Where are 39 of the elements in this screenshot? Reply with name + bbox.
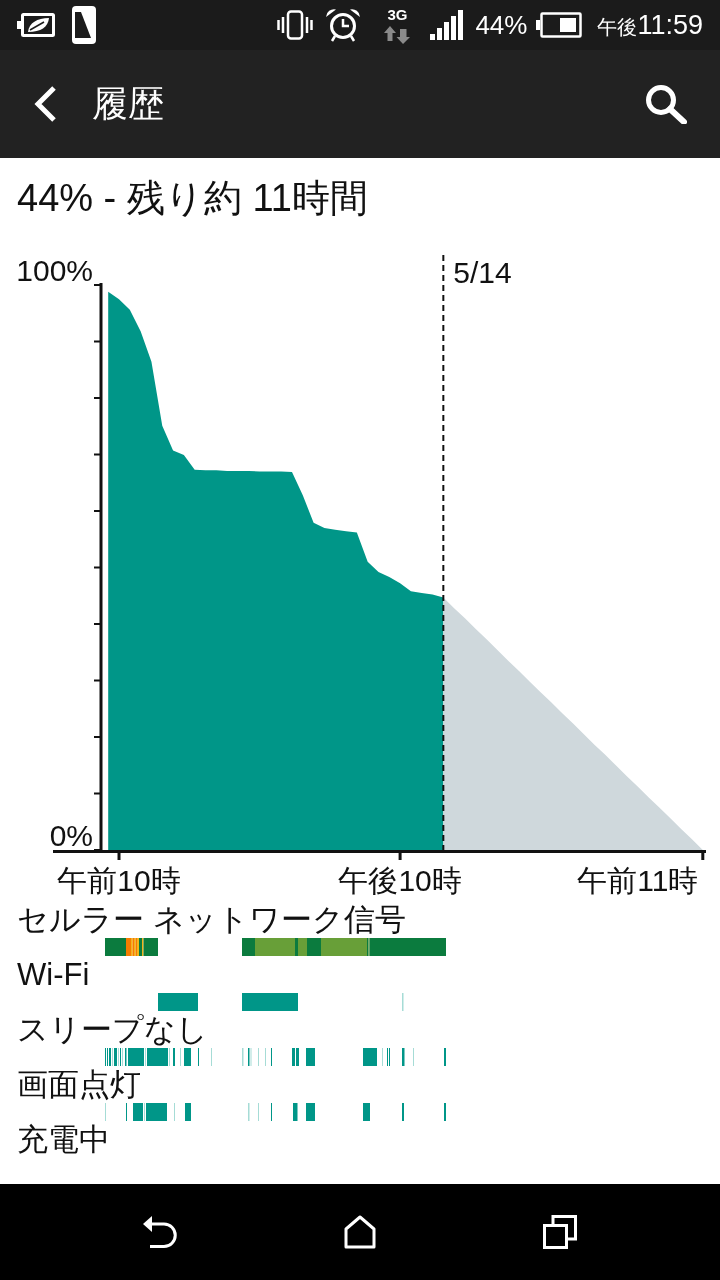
recent-apps-icon — [543, 1215, 577, 1249]
alarm-clock-icon — [325, 8, 362, 42]
battery-saver-leaf-icon — [17, 13, 55, 37]
awake-bar — [306, 1048, 315, 1066]
awake-bar — [402, 1048, 405, 1066]
back-arrow-icon — [142, 1215, 178, 1249]
screen-on-bar — [306, 1103, 315, 1121]
timeline-label: セルラー ネットワーク信号 — [17, 902, 406, 938]
screen-title: 履歴 — [92, 86, 164, 122]
timeline-label: 充電中 — [17, 1122, 110, 1158]
phone-icon — [72, 6, 96, 44]
screen-on-bar — [293, 1103, 298, 1121]
battery-icon — [536, 12, 583, 38]
x-axis-label: 午前10時 — [57, 864, 181, 897]
battery-percent-text: 44% — [475, 12, 528, 38]
timeline-label: 画面点灯 — [17, 1067, 141, 1103]
network-type-text: 3G — [387, 6, 408, 22]
wifi-active-bar — [242, 993, 298, 1011]
y-axis-label: 0% — [49, 819, 93, 852]
clock-text: 午後11:59 — [597, 11, 703, 39]
screen-on-bar — [185, 1103, 191, 1121]
timeline-label: スリープなし — [17, 1012, 208, 1048]
signal-bars-icon — [430, 10, 465, 40]
wifi-active-bar — [158, 993, 198, 1011]
back-icon — [33, 85, 57, 123]
signal-strength-bar — [105, 938, 158, 956]
x-axis-label: 午前11時 — [577, 864, 699, 897]
vibrate-icon — [277, 10, 314, 40]
y-axis-label: 100% — [16, 254, 93, 287]
home-icon — [344, 1215, 376, 1249]
screen-on-bar — [363, 1103, 370, 1121]
battery-summary-text: 44% - 残り約 11時間 — [17, 176, 368, 220]
awake-bar — [184, 1048, 191, 1066]
x-axis-label: 午後10時 — [338, 864, 462, 897]
search-icon — [645, 84, 687, 124]
date-label: 5/14 — [453, 256, 512, 289]
awake-bar — [363, 1048, 377, 1066]
timeline-label: Wi-Fi — [17, 957, 90, 993]
data-arrows-icon — [384, 25, 411, 44]
